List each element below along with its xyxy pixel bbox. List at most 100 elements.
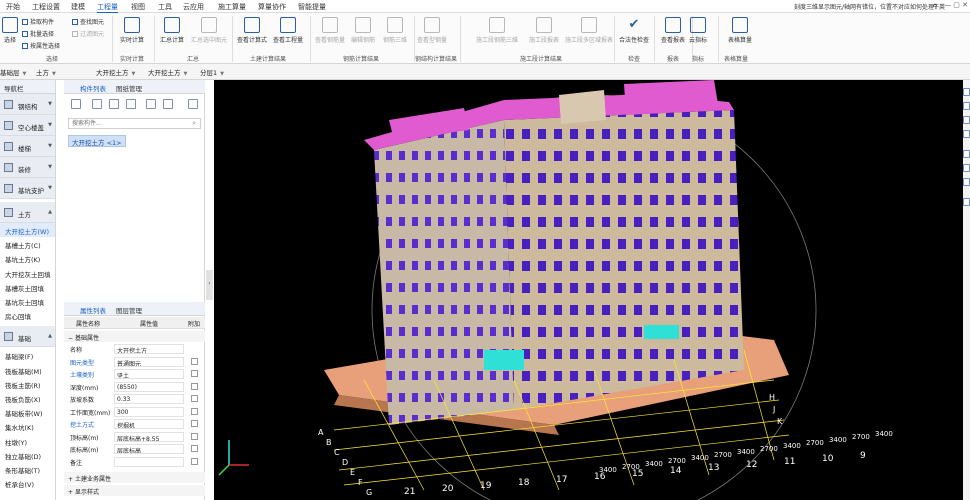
- top-view-icon[interactable]: [963, 150, 970, 158]
- nav-category[interactable]: 空心楼盖 ▼: [0, 115, 55, 136]
- nav-item[interactable]: 条形基础(T): [0, 462, 55, 476]
- section-tj-business[interactable]: + 土建业务属性: [64, 472, 205, 483]
- property-value[interactable]: 挖掘机: [114, 419, 184, 429]
- nav-item[interactable]: 房心回填: [0, 308, 55, 322]
- attach-checkbox[interactable]: [191, 432, 198, 440]
- nav-category[interactable]: 楼梯 ▼: [0, 136, 55, 157]
- tab-component-list[interactable]: 构件列表: [80, 83, 106, 93]
- nav-category-foundation[interactable]: 基础 ▲: [0, 326, 55, 348]
- menu-tools[interactable]: 工具: [158, 2, 172, 12]
- copy-icon[interactable]: [92, 99, 102, 109]
- layer-copy-icon[interactable]: [126, 99, 136, 109]
- property-value[interactable]: 层底标高+8.55: [114, 431, 184, 442]
- attach-checkbox[interactable]: [191, 457, 198, 465]
- view-steel-button[interactable]: 查看型钢量: [412, 17, 452, 44]
- property-value[interactable]: 层底标高: [114, 444, 184, 454]
- display-settings-icon[interactable]: [963, 198, 970, 206]
- property-value[interactable]: [114, 456, 184, 467]
- validity-check-button[interactable]: ✔ 合法性检查: [614, 17, 654, 44]
- type-select[interactable]: 大开挖土方 ▼: [96, 67, 135, 77]
- menu-view[interactable]: 视图: [131, 2, 145, 12]
- view-quantity-button[interactable]: 查看工程量: [268, 17, 308, 44]
- realtime-calc-button[interactable]: 实时计算: [112, 17, 152, 44]
- category-select[interactable]: 土方 ▼: [36, 67, 56, 77]
- menu-start[interactable]: 开始: [6, 2, 20, 12]
- sort-icon[interactable]: [163, 99, 173, 109]
- attach-checkbox[interactable]: [191, 357, 198, 365]
- nav-category[interactable]: 基坑支护 ▼: [0, 178, 55, 199]
- constr-rebar-3d-button[interactable]: 施工段钢筋三维: [470, 17, 524, 44]
- nav-item[interactable]: 基坑灰土回填: [0, 294, 55, 308]
- nav-item[interactable]: 柱墩(Y): [0, 434, 55, 448]
- view-formula-button[interactable]: 查看计算式: [232, 17, 272, 44]
- property-value[interactable]: 坚土: [114, 369, 184, 379]
- property-value[interactable]: 0.33: [114, 394, 184, 404]
- tab-property-list[interactable]: 属性列表: [80, 305, 106, 315]
- attach-checkbox[interactable]: [191, 382, 198, 390]
- rebar-3d-button[interactable]: 钢筋三维: [375, 17, 415, 44]
- property-value[interactable]: 大开挖土方: [114, 344, 184, 354]
- nav-category[interactable]: 土方 ▲: [0, 202, 55, 223]
- nav-category[interactable]: 装修 ▼: [0, 157, 55, 178]
- dynamic-view-icon[interactable]: [963, 102, 970, 110]
- search-icon[interactable]: ⌕: [192, 119, 196, 128]
- pan-icon[interactable]: [963, 130, 970, 138]
- nav-item[interactable]: 集水坑(K): [0, 419, 55, 433]
- help-tip-text[interactable]: 刻度三维显示图元/轴网有错位，位置不对应如何处理？: [794, 2, 940, 11]
- batch-select-button[interactable]: 批量选择: [22, 29, 54, 38]
- panel-collapse-toggle[interactable]: ‹: [206, 270, 213, 300]
- nav-item[interactable]: 独立基础(D): [0, 448, 55, 462]
- nav-item[interactable]: 筏板负筋(X): [0, 391, 55, 405]
- component-search-input[interactable]: [68, 118, 201, 129]
- nav-item[interactable]: 基础板带(W): [0, 405, 55, 419]
- property-value[interactable]: (8550): [114, 381, 184, 392]
- constr-report-button[interactable]: 施工段报表: [524, 17, 564, 44]
- menu-project-settings[interactable]: 工程设置: [32, 2, 60, 12]
- nav-item[interactable]: 筏板基础(M): [0, 363, 55, 377]
- front-view-icon[interactable]: [963, 164, 970, 172]
- select-by-property-button[interactable]: 按属性选择: [22, 41, 60, 50]
- find-element-button[interactable]: 查找图元: [72, 17, 104, 26]
- summary-selected-button[interactable]: 汇总选中图元: [186, 17, 232, 44]
- menu-construction-quantity[interactable]: 施工算量: [218, 2, 246, 12]
- attach-checkbox[interactable]: [191, 370, 198, 377]
- nav-item[interactable]: 大开挖土方(W): [0, 223, 55, 237]
- attach-checkbox[interactable]: [191, 445, 198, 452]
- menu-modeling[interactable]: 建模: [71, 2, 85, 12]
- constr-multi-report-button[interactable]: 施工段多区域报表: [564, 17, 614, 44]
- menu-collaboration[interactable]: 算量协作: [258, 2, 286, 12]
- delete-icon[interactable]: [109, 99, 119, 109]
- nav-item[interactable]: 基槽土方(C): [0, 237, 55, 251]
- component-select[interactable]: 大开挖土方 ▼: [148, 67, 187, 77]
- table-calc-button[interactable]: 表格算量: [720, 17, 760, 44]
- nav-item[interactable]: 基槽灰土回填: [0, 280, 55, 294]
- 3d-viewport[interactable]: 21 20 19 18 17 16 15 14 13 12 11 10 9 A B C D E F G H J K 3400…: [214, 80, 963, 500]
- pick-component-button[interactable]: 拾取构件: [22, 17, 54, 26]
- cloud-indicator-button[interactable]: 云指标: [678, 17, 718, 44]
- attach-checkbox[interactable]: [191, 420, 198, 427]
- nav-item[interactable]: 基础梁(F): [0, 348, 55, 362]
- tab-layer-management[interactable]: 图层管理: [116, 305, 142, 315]
- filter-element-button[interactable]: 过滤图元: [72, 29, 104, 38]
- nav-item[interactable]: 大开挖灰土回填: [0, 266, 55, 280]
- 3d-view-icon[interactable]: [963, 178, 970, 186]
- nav-item[interactable]: 筏板主筋(R): [0, 377, 55, 391]
- menu-quantity[interactable]: 工程量: [97, 2, 118, 13]
- section-basic[interactable]: − 基础属性: [64, 331, 205, 342]
- component-item[interactable]: 大开挖土方 <1>: [68, 135, 126, 147]
- nav-item[interactable]: 桩承台(V): [0, 476, 55, 490]
- zoom-icon[interactable]: [963, 116, 970, 124]
- new-component-icon[interactable]: [71, 99, 81, 109]
- attach-checkbox[interactable]: [191, 395, 198, 402]
- layer-select[interactable]: 分层1 ▼: [200, 67, 224, 77]
- import-icon[interactable]: [146, 99, 156, 109]
- property-value[interactable]: 300: [114, 406, 184, 417]
- section-display-style[interactable]: + 显示样式: [64, 485, 205, 496]
- property-value[interactable]: 普通图元: [114, 356, 184, 367]
- window-controls-icon[interactable]: — ▢ ✕: [944, 1, 968, 9]
- nav-category[interactable]: 钢结构 ▼: [0, 94, 55, 115]
- attach-checkbox[interactable]: [191, 407, 198, 415]
- more-icon[interactable]: [188, 99, 198, 109]
- menu-smart-extract[interactable]: 智能提量: [298, 2, 326, 12]
- floor-select[interactable]: 基础层 ▼: [0, 67, 26, 77]
